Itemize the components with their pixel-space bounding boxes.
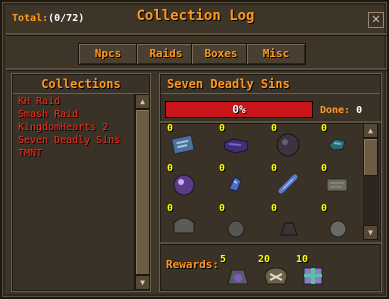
- dark-rune-icon: [280, 222, 298, 236]
- done-label: Done:: [320, 105, 351, 116]
- close-icon: ✕: [371, 11, 381, 27]
- blue-shard-icon: [228, 176, 242, 192]
- tab-boxes[interactable]: Boxes: [191, 43, 251, 65]
- stone-tablet-icon: [326, 178, 348, 192]
- collection-item-smash-raid[interactable]: Smash Raid: [18, 108, 120, 121]
- close-button[interactable]: ✕: [368, 12, 384, 28]
- done-counter: Done: 0: [320, 105, 362, 116]
- rewards-divider: [160, 242, 381, 245]
- items-scrollbar[interactable]: ▲ ▼: [363, 123, 379, 240]
- rewards-label: Rewards:: [166, 258, 219, 271]
- item-slot[interactable]: 0: [165, 203, 211, 240]
- scroll-down-button[interactable]: ▼: [135, 275, 150, 290]
- tab-npcs[interactable]: Npcs: [78, 43, 138, 65]
- title-divider: [6, 33, 387, 36]
- bone-bag-icon: [264, 267, 288, 285]
- item-slot[interactable]: 0: [217, 163, 263, 203]
- arrow-up-icon: ▲: [368, 126, 373, 135]
- teal-gem-icon: [328, 138, 346, 151]
- collections-panel: Collections KH Raid Smash Raid KingdomHe…: [11, 73, 151, 292]
- title-bar: Total:(0/72) Collection Log ✕: [6, 6, 385, 30]
- blue-scroll-icon: [170, 134, 195, 155]
- mystery-box-icon: [303, 267, 323, 285]
- tab-raids[interactable]: Raids: [136, 43, 196, 65]
- items-scroll-up-button[interactable]: ▲: [363, 123, 378, 138]
- dark-orb-icon: [276, 133, 300, 157]
- items-scroll-down-button[interactable]: ▼: [363, 225, 378, 240]
- grey-gear-icon: [227, 220, 245, 238]
- window-title: Collection Log: [136, 8, 255, 24]
- collections-scroll-thumb[interactable]: [135, 109, 150, 275]
- progress-text: 0%: [232, 103, 246, 116]
- done-value: 0: [356, 105, 363, 116]
- item-slot[interactable]: 0: [269, 203, 315, 240]
- tabs-divider: [6, 68, 387, 71]
- item-slot[interactable]: 0: [217, 123, 263, 163]
- item-slot[interactable]: 0: [217, 203, 263, 240]
- item-slot[interactable]: 0: [165, 123, 211, 163]
- arrow-up-icon: ▲: [140, 97, 145, 106]
- blue-wand-icon: [278, 174, 298, 194]
- item-slot[interactable]: 0: [165, 163, 211, 203]
- collections-list: KH Raid Smash Raid KingdomHearts 2 Seven…: [18, 95, 120, 160]
- collections-heading: Collections: [13, 75, 149, 94]
- purple-orb-icon: [173, 174, 195, 196]
- purple-bag-icon: [223, 138, 249, 154]
- collections-scrollbar[interactable]: ▲ ▼: [134, 94, 150, 291]
- arrow-down-icon: ▼: [140, 278, 145, 287]
- item-grid: 0 0 0 0 0 0 0 0 0 0 0 0: [165, 123, 361, 240]
- collection-item-kingdomhearts-2[interactable]: KingdomHearts 2: [18, 121, 120, 134]
- reward-slot[interactable]: 20: [258, 254, 292, 290]
- item-slot[interactable]: 0: [319, 203, 361, 240]
- arrow-down-icon: ▼: [368, 228, 373, 237]
- tab-misc[interactable]: Misc: [246, 43, 306, 65]
- collection-item-seven-deadly-sins[interactable]: Seven Deadly Sins: [18, 134, 120, 147]
- item-slot[interactable]: 0: [319, 123, 361, 163]
- grey-helm-icon: [173, 217, 195, 234]
- collection-item-tmnt[interactable]: TMNT: [18, 147, 120, 160]
- reward-slot[interactable]: 5: [220, 254, 254, 290]
- progress-bar: 0%: [165, 101, 313, 118]
- collection-title: Seven Deadly Sins: [161, 75, 380, 94]
- item-slot[interactable]: 0: [319, 163, 361, 203]
- collection-log-window: Total:(0/72) Collection Log ✕ Npcs Raids…: [0, 0, 389, 299]
- items-scroll-thumb[interactable]: [363, 138, 378, 176]
- reward-slot[interactable]: 10: [296, 254, 330, 290]
- item-slot[interactable]: 0: [269, 163, 315, 203]
- grey-disc-icon: [329, 220, 347, 238]
- purple-sack-icon: [227, 269, 249, 285]
- scroll-up-button[interactable]: ▲: [135, 94, 150, 109]
- collection-item-kh-raid[interactable]: KH Raid: [18, 95, 120, 108]
- item-slot[interactable]: 0: [269, 123, 315, 163]
